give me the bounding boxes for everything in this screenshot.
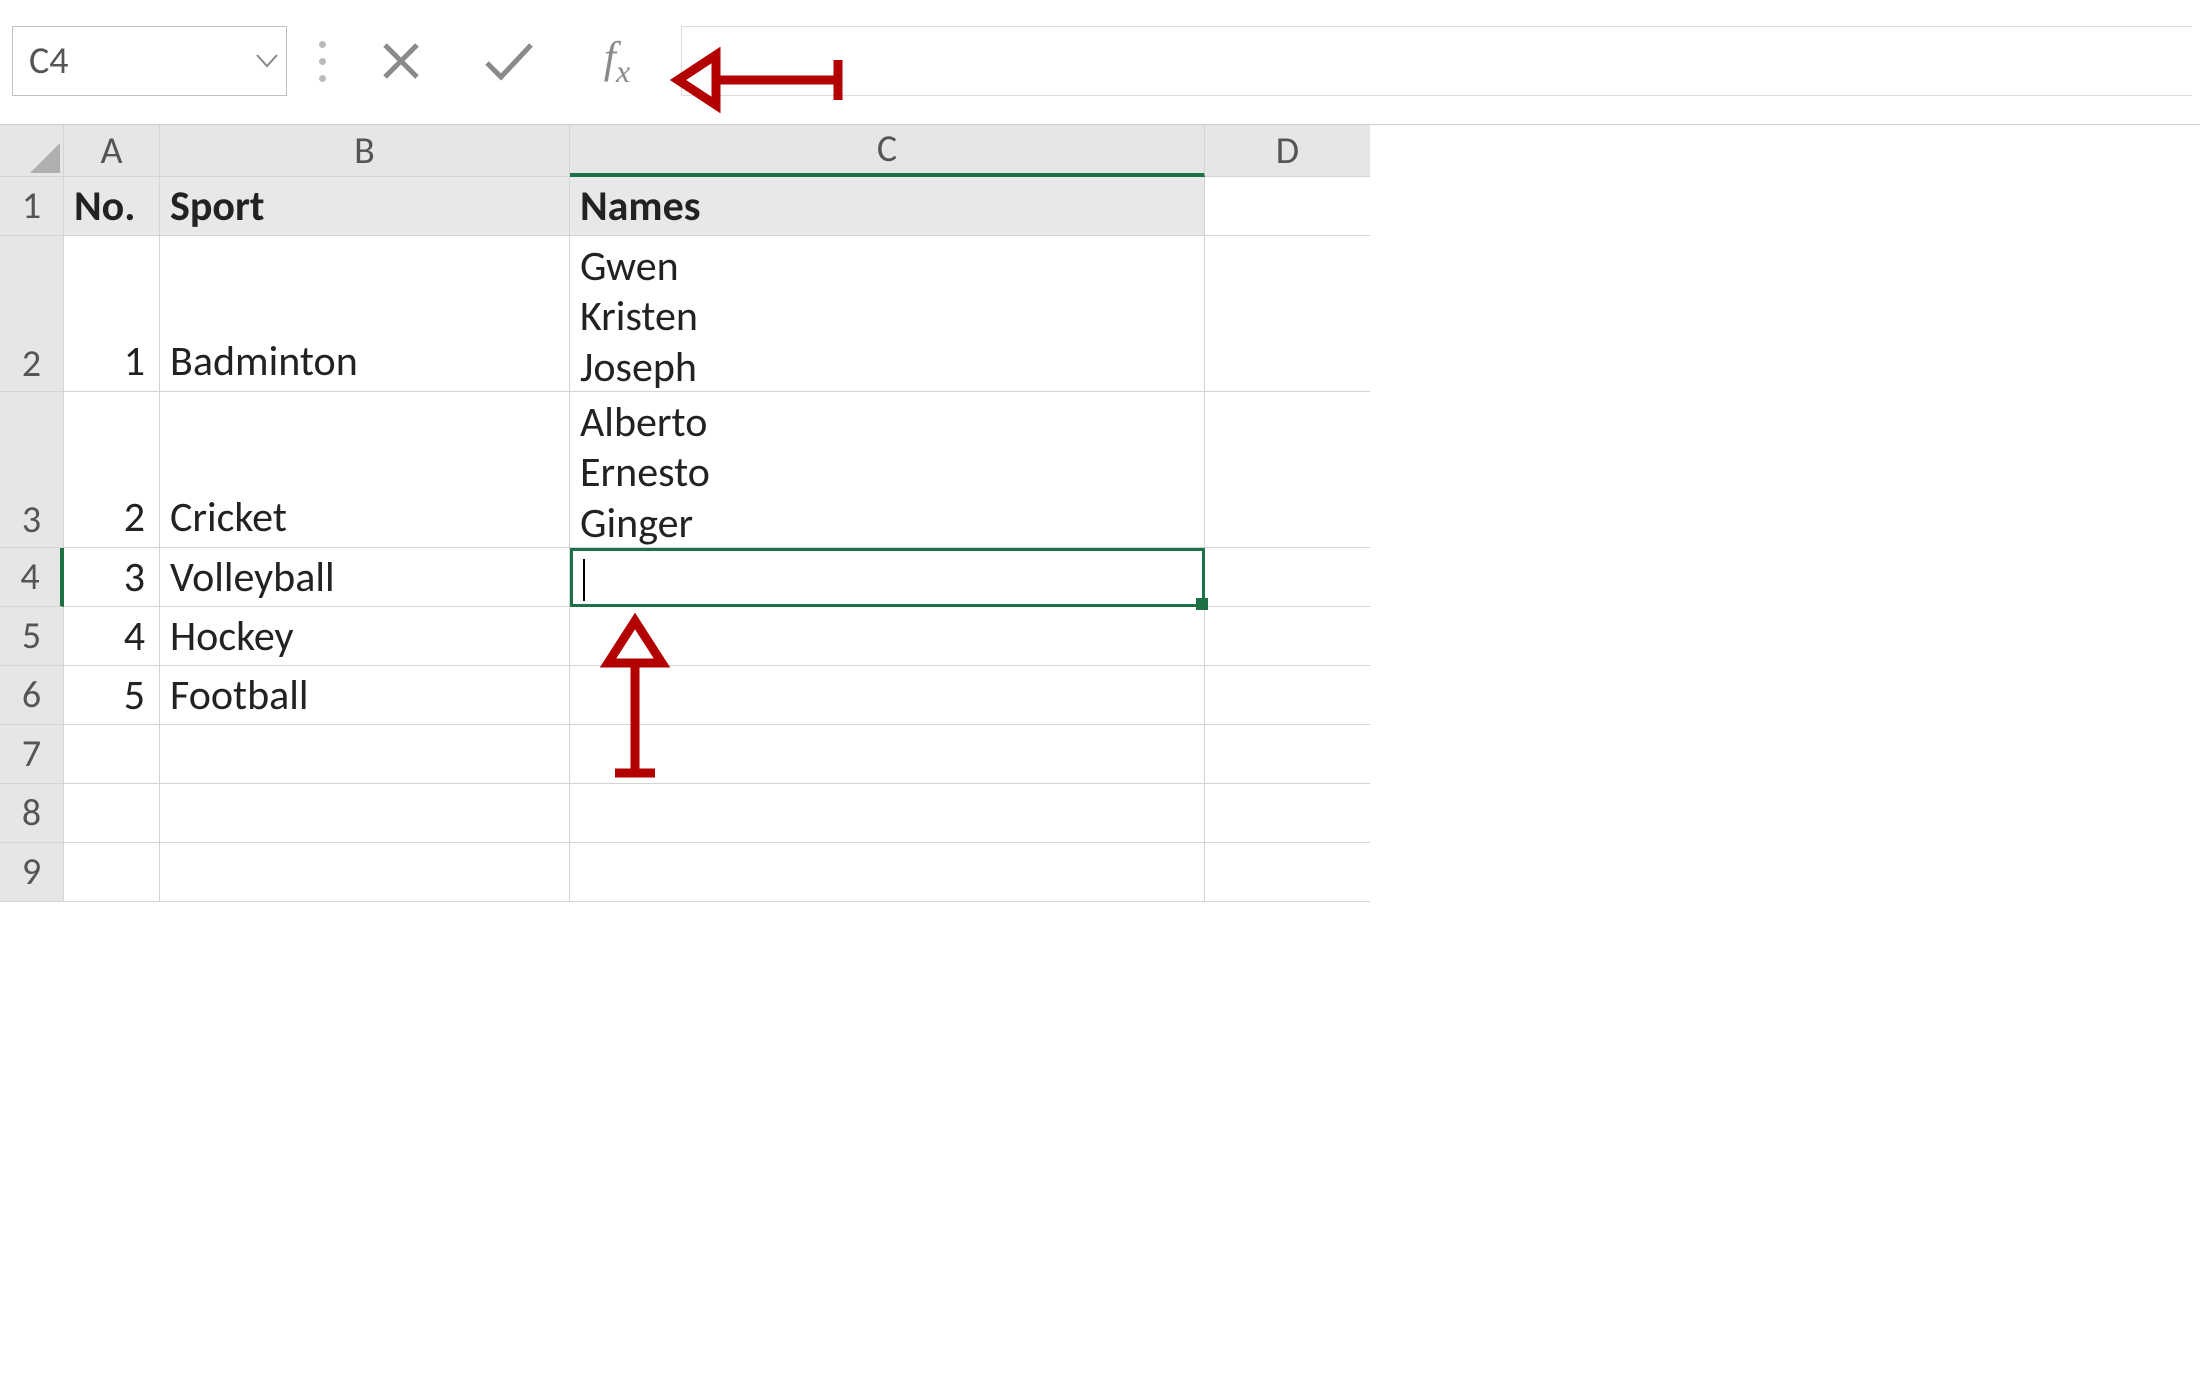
formula-input[interactable]: [681, 26, 2192, 96]
cell-C7[interactable]: [570, 725, 1205, 784]
cell-B8[interactable]: [160, 784, 570, 843]
col-header-C[interactable]: C: [570, 125, 1205, 177]
cell-A5[interactable]: 4: [64, 607, 160, 666]
row-header-4[interactable]: 4: [0, 548, 64, 607]
resize-grip-icon[interactable]: [307, 41, 337, 82]
cell-B7[interactable]: [160, 725, 570, 784]
cell-B3[interactable]: Cricket: [160, 392, 570, 548]
cell-D1[interactable]: [1205, 177, 1370, 236]
row-header-2[interactable]: 2: [0, 236, 64, 392]
fx-button[interactable]: fx: [573, 26, 661, 96]
select-all-corner[interactable]: [0, 125, 64, 177]
cell-B5[interactable]: Hockey: [160, 607, 570, 666]
cell-B9[interactable]: [160, 843, 570, 902]
spreadsheet-grid[interactable]: A B C D 1 No. Sport Names 2 1 Badminton …: [0, 125, 2200, 902]
cell-C2[interactable]: Gwen Kristen Joseph: [570, 236, 1205, 392]
enter-button[interactable]: [465, 26, 553, 96]
cell-C1[interactable]: Names: [570, 177, 1205, 236]
cell-B2[interactable]: Badminton: [160, 236, 570, 392]
chevron-down-icon[interactable]: [256, 27, 278, 95]
cancel-button[interactable]: [357, 26, 445, 96]
cell-A1[interactable]: No.: [64, 177, 160, 236]
excel-window: C4 fx A B C D 1: [0, 0, 2200, 1399]
cell-A7[interactable]: [64, 725, 160, 784]
cell-B4[interactable]: Volleyball: [160, 548, 570, 607]
row-header-9[interactable]: 9: [0, 843, 64, 902]
grid-container: A B C D 1 No. Sport Names 2 1 Badminton …: [0, 125, 2200, 902]
cell-D2[interactable]: [1205, 236, 1370, 392]
col-header-B[interactable]: B: [160, 125, 570, 177]
cell-A8[interactable]: [64, 784, 160, 843]
cell-A4[interactable]: 3: [64, 548, 160, 607]
cell-D3[interactable]: [1205, 392, 1370, 548]
row-header-1[interactable]: 1: [0, 177, 64, 236]
cell-B6[interactable]: Football: [160, 666, 570, 725]
cell-C3[interactable]: Alberto Ernesto Ginger: [570, 392, 1205, 548]
cell-A6[interactable]: 5: [64, 666, 160, 725]
cell-D4[interactable]: [1205, 548, 1370, 607]
cell-C4[interactable]: [570, 548, 1205, 607]
formula-bar: C4 fx: [0, 0, 2200, 125]
cell-D9[interactable]: [1205, 843, 1370, 902]
fx-icon: fx: [604, 32, 630, 90]
cell-C5[interactable]: [570, 607, 1205, 666]
cell-D8[interactable]: [1205, 784, 1370, 843]
name-box[interactable]: C4: [12, 26, 287, 96]
cell-B1[interactable]: Sport: [160, 177, 570, 236]
cell-C6[interactable]: [570, 666, 1205, 725]
col-header-D[interactable]: D: [1205, 125, 1370, 177]
row-header-3[interactable]: 3: [0, 392, 64, 548]
cell-A3[interactable]: 2: [64, 392, 160, 548]
cell-A2[interactable]: 1: [64, 236, 160, 392]
cell-D7[interactable]: [1205, 725, 1370, 784]
col-header-A[interactable]: A: [64, 125, 160, 177]
cell-C8[interactable]: [570, 784, 1205, 843]
name-box-value: C4: [29, 38, 69, 84]
cell-D5[interactable]: [1205, 607, 1370, 666]
row-header-7[interactable]: 7: [0, 725, 64, 784]
row-header-8[interactable]: 8: [0, 784, 64, 843]
row-header-6[interactable]: 6: [0, 666, 64, 725]
cell-D6[interactable]: [1205, 666, 1370, 725]
cell-A9[interactable]: [64, 843, 160, 902]
cell-C9[interactable]: [570, 843, 1205, 902]
row-header-5[interactable]: 5: [0, 607, 64, 666]
